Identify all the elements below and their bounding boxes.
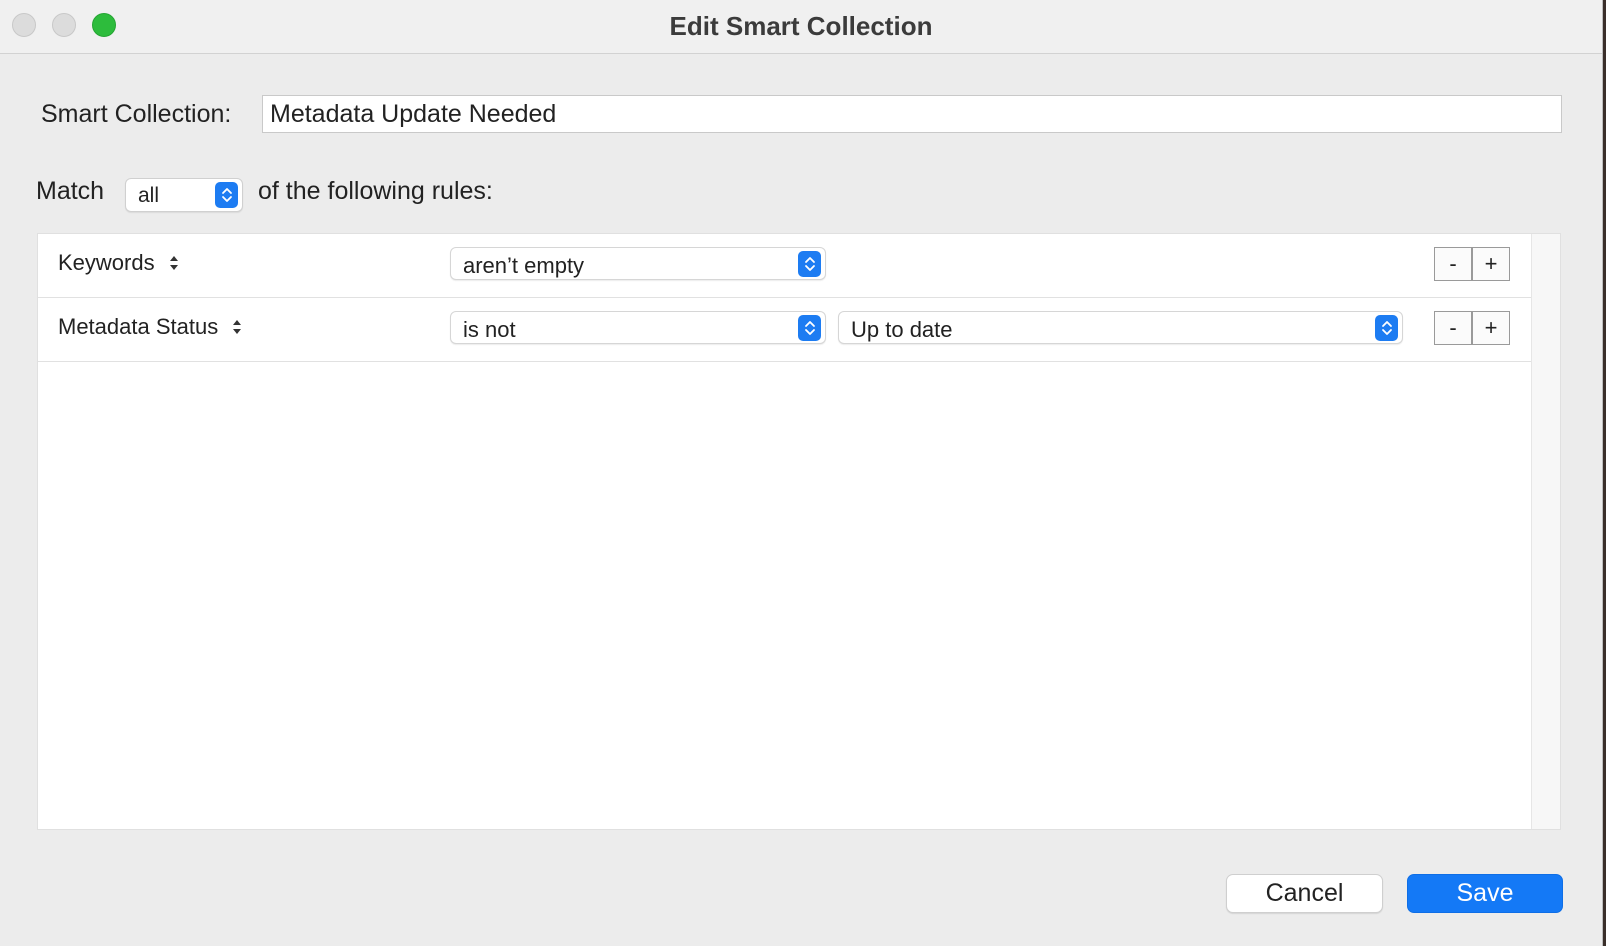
cancel-button[interactable]: Cancel xyxy=(1226,874,1383,913)
match-label: Match xyxy=(36,177,105,205)
smart-collection-name-input[interactable] xyxy=(262,95,1562,133)
up-down-triangle-icon xyxy=(232,318,242,336)
up-down-chevron-icon xyxy=(215,182,238,208)
rule-field-popup[interactable]: Metadata Status xyxy=(58,314,242,340)
up-down-chevron-icon xyxy=(798,315,821,341)
match-mode-select[interactable]: all xyxy=(125,178,243,212)
up-down-chevron-icon xyxy=(1375,315,1398,341)
rule-row-metadata-status: Metadata Status is not Up to date - + xyxy=(38,298,1532,362)
rules-list: Keywords aren’t empty - + Metadata Statu… xyxy=(37,233,1561,830)
rule-field-popup[interactable]: Keywords xyxy=(58,250,179,276)
rule-operator-select[interactable]: is not xyxy=(450,311,826,344)
rule-field-label: Keywords xyxy=(58,250,155,275)
rules-label: of the following rules: xyxy=(258,177,493,205)
rule-operator-value: aren’t empty xyxy=(463,253,585,278)
save-button[interactable]: Save xyxy=(1407,874,1563,913)
rule-field-label: Metadata Status xyxy=(58,314,219,339)
edit-smart-collection-window: Edit Smart Collection Smart Collection: … xyxy=(0,0,1603,946)
smart-collection-name-label: Smart Collection: xyxy=(41,100,232,128)
window-title: Edit Smart Collection xyxy=(669,11,933,41)
rule-operator-select[interactable]: aren’t empty xyxy=(450,247,826,280)
rule-value: Up to date xyxy=(851,317,953,342)
match-mode-value: all xyxy=(138,184,160,207)
remove-rule-button[interactable]: - xyxy=(1434,247,1472,281)
add-rule-button[interactable]: + xyxy=(1472,247,1510,281)
rules-scrollbar-track[interactable] xyxy=(1531,234,1560,829)
title-bar: Edit Smart Collection xyxy=(0,0,1602,54)
rule-value-select[interactable]: Up to date xyxy=(838,311,1403,344)
up-down-triangle-icon xyxy=(169,254,179,272)
rule-row-keywords: Keywords aren’t empty - + xyxy=(38,234,1532,298)
rule-operator-value: is not xyxy=(463,317,516,342)
remove-rule-button[interactable]: - xyxy=(1434,311,1472,345)
up-down-chevron-icon xyxy=(798,251,821,277)
add-rule-button[interactable]: + xyxy=(1472,311,1510,345)
